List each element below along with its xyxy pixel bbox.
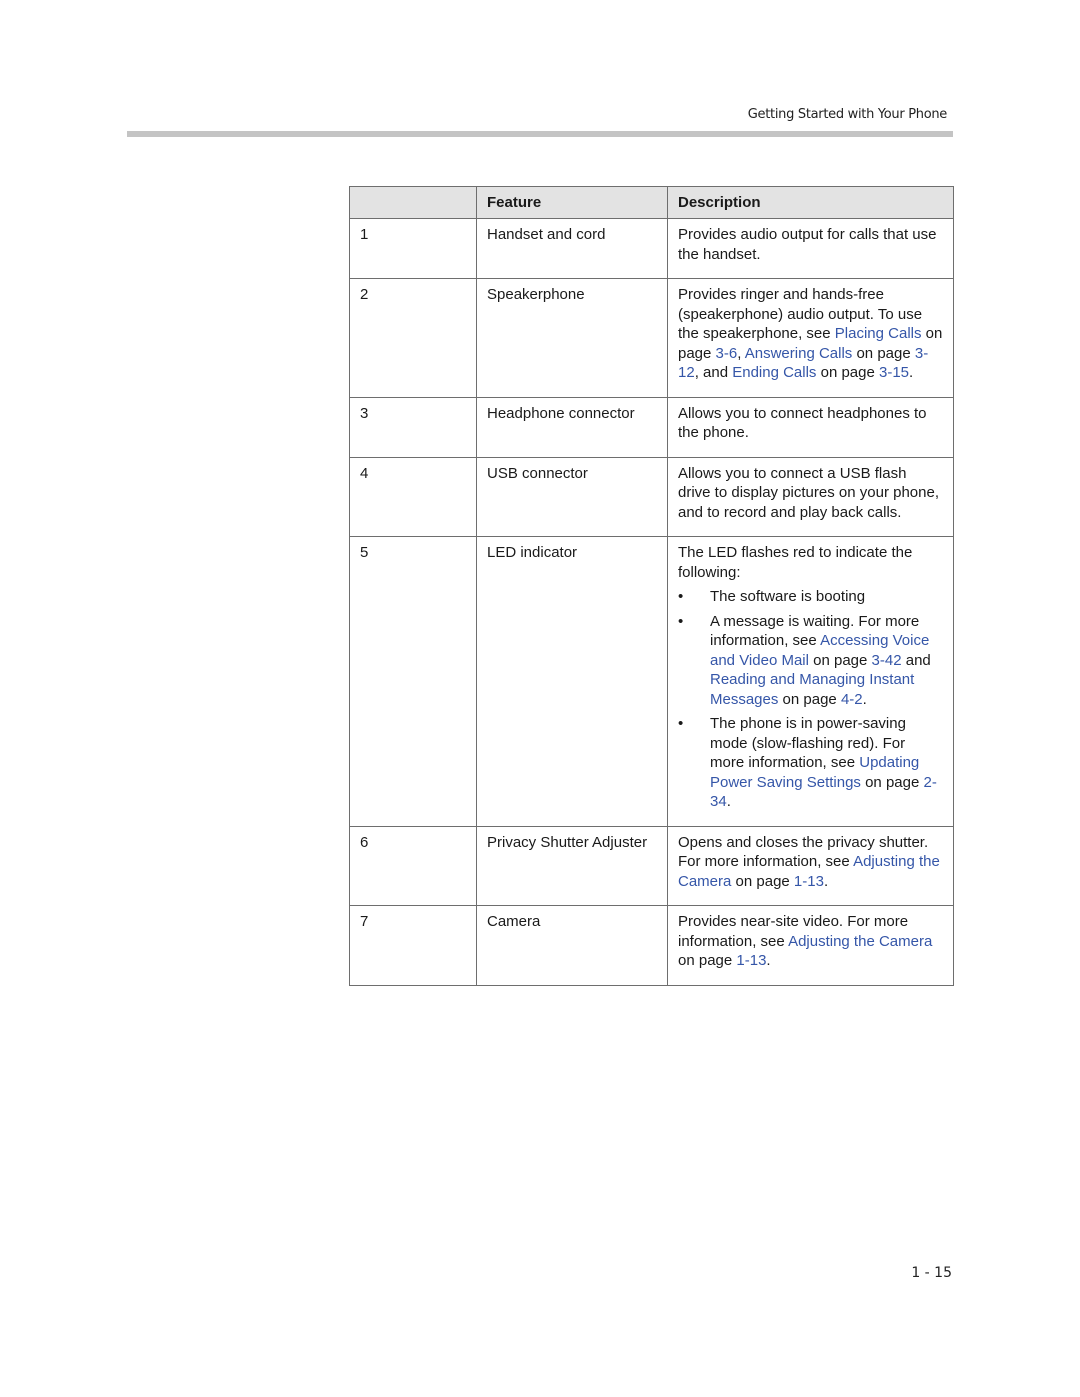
page-number: 1 - 15 — [911, 1265, 952, 1281]
table-row: 3 Headphone connector Allows you to connec… — [349, 396, 954, 458]
feature-description: Provides ringer and hands-free (speakerp… — [667, 278, 954, 398]
description-paragraph: Provides audio output for calls that use… — [678, 225, 943, 264]
description-text: and — [901, 651, 931, 669]
cross-reference-link[interactable]: Answering Calls — [745, 345, 853, 362]
feature-description: The LED flashes red to indicate the foll… — [667, 536, 954, 827]
item-number: 3 — [349, 396, 477, 458]
table-row: 7 Camera Provides near-site video. For mor… — [349, 905, 954, 986]
description-text: . — [726, 793, 731, 810]
table-row: 2 Speakerphone Provides ringer and hands-f… — [349, 278, 954, 398]
feature-description: Provides near-site video. For more infor… — [667, 905, 954, 986]
header-rule — [127, 131, 953, 137]
description-paragraph: Allows you to connect headphones to the … — [678, 404, 943, 443]
description-text: on page — [816, 364, 879, 381]
feature-name: Handset and cord — [476, 218, 668, 279]
description-text: Provides audio output for calls that use… — [678, 226, 937, 263]
cross-reference-link[interactable]: 3-42 — [872, 652, 902, 669]
cross-reference-link[interactable]: Adjusting the Camera — [788, 933, 932, 950]
bullet-item: • A message is waiting. For more informat… — [678, 612, 943, 710]
table-row: 1 Handset and cord Provides audio output f… — [349, 218, 954, 279]
description-text: Allows you to connect headphones to the … — [678, 404, 927, 442]
description-text: The LED flashes red to indicate the foll… — [678, 544, 913, 581]
feature-name: Speakerphone — [476, 278, 668, 398]
description-text: Allows you to connect a USB flash drive … — [678, 464, 939, 521]
cross-reference-link[interactable]: Ending Calls — [732, 364, 816, 381]
bullet-list: • The software is booting • A message is wa… — [678, 587, 943, 812]
item-number: 1 — [349, 218, 477, 279]
description-text: The software is booting — [710, 588, 866, 605]
bullet-item: • The software is booting — [678, 587, 943, 607]
column-header-description: Description — [667, 186, 954, 219]
description-paragraph: The LED flashes red to indicate the foll… — [678, 543, 943, 582]
table-row: 4 USB connector Allows you to connect a US… — [349, 456, 954, 537]
feature-name: LED indicator — [476, 536, 668, 827]
description-text: . — [909, 364, 914, 381]
table-header-row: Feature Description — [349, 186, 954, 219]
feature-name: USB connector — [476, 456, 668, 537]
feature-description: Provides audio output for calls that use… — [667, 218, 954, 279]
feature-description: Allows you to connect a USB flash drive … — [667, 456, 954, 537]
feature-name: Camera — [476, 905, 668, 986]
cross-reference-link[interactable]: Placing Calls — [835, 325, 922, 342]
item-number: 2 — [349, 278, 477, 398]
description-text: . — [862, 690, 867, 708]
description-text: on page — [808, 651, 872, 669]
description-paragraph: Opens and closes the privacy shutter. Fo… — [678, 833, 943, 892]
description-paragraph: Allows you to connect a USB flash drive … — [678, 464, 943, 523]
column-header-feature: Feature — [476, 186, 668, 219]
description-text: . — [766, 952, 771, 969]
bullet-item: • The phone is in power-saving mode (slow… — [678, 714, 943, 812]
feature-name: Privacy Shutter Adjuster — [476, 825, 668, 906]
description-text: on page — [731, 872, 794, 890]
feature-description: Allows you to connect headphones to the … — [667, 396, 954, 458]
description-text: on page — [778, 690, 841, 708]
description-text: on page — [852, 344, 915, 362]
feature-description: Opens and closes the privacy shutter. Fo… — [667, 825, 954, 906]
cross-reference-link[interactable]: 1-13 — [736, 952, 766, 969]
cross-reference-link[interactable]: 1-13 — [794, 873, 824, 890]
table-row: 5 LED indicator The LED flashes red to ind… — [349, 536, 954, 827]
cross-reference-link[interactable]: 3-6 — [716, 345, 738, 362]
item-number: 7 — [349, 905, 477, 986]
description-text: on page — [678, 952, 737, 969]
bullet-icon: • — [678, 588, 684, 605]
cross-reference-link[interactable]: 4-2 — [841, 691, 863, 708]
description-text: on page — [860, 773, 924, 791]
running-head: Getting Started with Your Phone — [747, 107, 948, 122]
cross-reference-link[interactable]: 3-15 — [879, 364, 909, 381]
column-header-number — [349, 186, 477, 219]
description-text: . — [823, 872, 829, 890]
bullet-icon: • — [678, 715, 684, 732]
bullet-icon: • — [678, 612, 684, 630]
item-number: 4 — [349, 456, 477, 537]
item-number: 6 — [349, 825, 477, 906]
description-paragraph: Provides near-site video. For more infor… — [678, 912, 943, 971]
feature-table: Feature Description 1 Handset and cord Pro… — [349, 186, 954, 986]
feature-name: Headphone connector — [476, 396, 668, 458]
item-number: 5 — [349, 536, 477, 827]
description-text: , — [737, 344, 745, 362]
table-row: 6 Privacy Shutter Adjuster Opens and close… — [349, 825, 954, 906]
description-text: , and — [694, 364, 733, 381]
description-paragraph: Provides ringer and hands-free (speakerp… — [678, 285, 943, 383]
